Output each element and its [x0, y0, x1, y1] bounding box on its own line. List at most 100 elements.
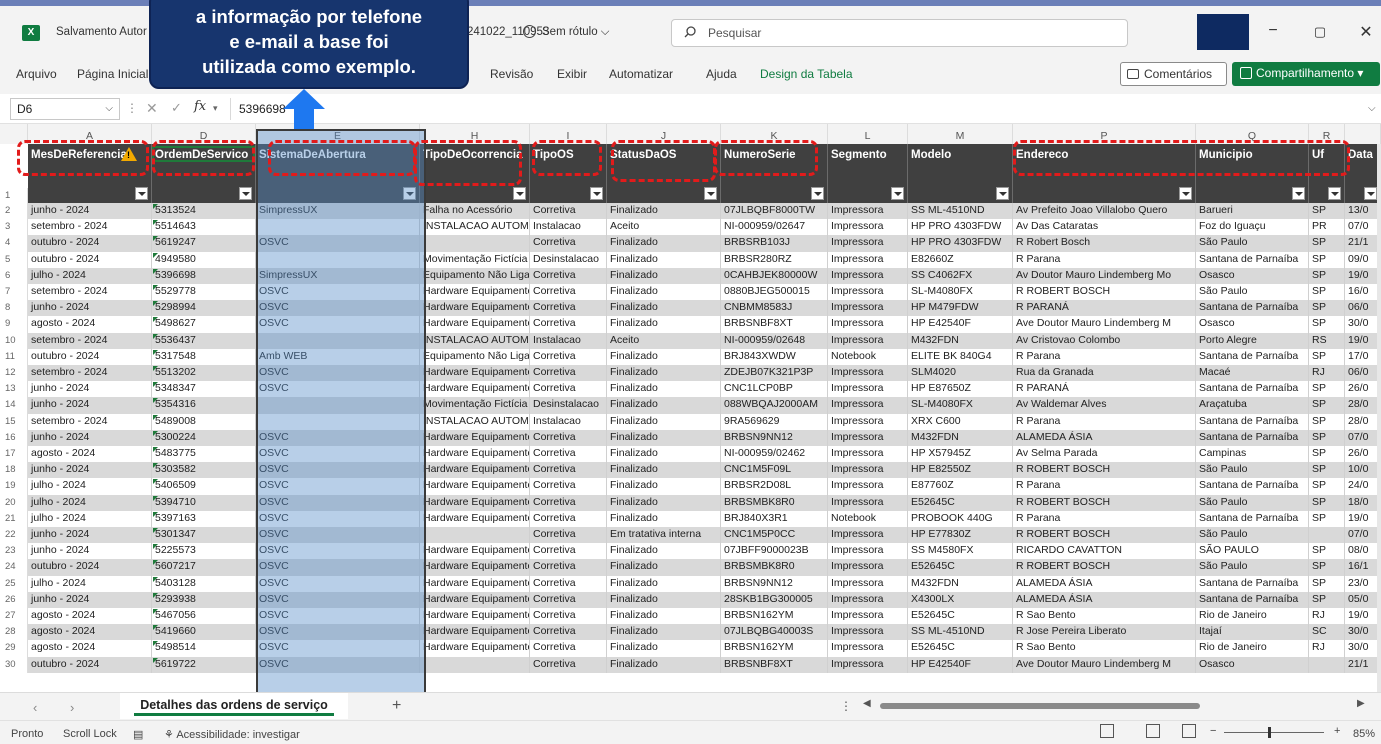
table-cell[interactable]: 21/1	[1345, 235, 1381, 252]
table-cell[interactable]: Impressora	[828, 543, 908, 560]
tab-exibir[interactable]: Exibir	[557, 67, 587, 81]
table-cell[interactable]: R ROBERT BOSCH	[1013, 527, 1196, 544]
table-cell[interactable]: 26/0	[1345, 446, 1381, 463]
table-cell[interactable]	[256, 332, 420, 349]
table-cell[interactable]: SP	[1309, 284, 1345, 301]
table-cell[interactable]: 0880BJEG500015	[721, 284, 828, 301]
table-cell[interactable]: SP	[1309, 543, 1345, 560]
table-cell[interactable]: ALAMEDA ÁSIA	[1013, 591, 1196, 608]
tab-design-da-tabela[interactable]: Design da Tabela	[760, 67, 853, 81]
table-cell[interactable]: E52645C	[908, 494, 1013, 511]
table-cell[interactable]: 16/0	[1345, 284, 1381, 301]
row-number[interactable]: 30	[0, 656, 28, 673]
table-cell[interactable]: Corretiva	[530, 316, 607, 333]
table-cell[interactable]: SimpressUX	[256, 203, 420, 220]
table-cell[interactable]: RJ	[1309, 365, 1345, 382]
table-cell[interactable]: Santana de Parnaíba	[1196, 300, 1309, 317]
horizontal-scrollbar[interactable]	[880, 703, 1200, 709]
table-cell[interactable]: 9RA569629	[721, 413, 828, 430]
table-cell[interactable]: Finalizado	[607, 494, 721, 511]
table-cell[interactable]: R Sao Bento	[1013, 640, 1196, 657]
table-cell[interactable]: HP E77830Z	[908, 527, 1013, 544]
table-cell[interactable]: Osasco	[1196, 656, 1309, 673]
table-cell[interactable]: Corretiva	[530, 300, 607, 317]
zoom-level[interactable]: 85%	[1353, 728, 1375, 740]
row-number[interactable]: 27	[0, 608, 28, 625]
table-cell[interactable]: Equipamento Não Liga	[420, 267, 530, 284]
table-cell[interactable]: Hardware Equipamento	[420, 510, 530, 527]
table-cell[interactable]: INSTALACAO AUTOM.	[420, 413, 530, 430]
table-cell[interactable]: Impressora	[828, 235, 908, 252]
table-cell[interactable]: Av Doutor Mauro Lindemberg Mo	[1013, 267, 1196, 284]
row-number[interactable]: 25	[0, 575, 28, 592]
table-cell[interactable]: julho - 2024	[28, 494, 152, 511]
table-cell[interactable]: Impressora	[828, 332, 908, 349]
table-cell[interactable]: São Paulo	[1196, 559, 1309, 576]
table-header-cell[interactable]: StatusDaOS	[607, 144, 721, 203]
table-cell[interactable]: Notebook	[828, 510, 908, 527]
column-letter-header[interactable]: R	[1309, 124, 1345, 144]
table-cell[interactable]: Corretiva	[530, 624, 607, 641]
table-cell[interactable]: 06/0	[1345, 365, 1381, 382]
table-cell[interactable]: R Parana	[1013, 251, 1196, 268]
table-cell[interactable]: SP	[1309, 429, 1345, 446]
table-cell[interactable]: 5406509	[152, 478, 256, 495]
account-avatar[interactable]	[1197, 14, 1249, 50]
column-letter-header[interactable]: M	[908, 124, 1013, 144]
table-cell[interactable]: 5498627	[152, 316, 256, 333]
table-cell[interactable]: 07/0	[1345, 219, 1381, 236]
table-cell[interactable]: E52645C	[908, 559, 1013, 576]
table-cell[interactable]: Corretiva	[530, 591, 607, 608]
table-cell[interactable]: outubro - 2024	[28, 235, 152, 252]
table-cell[interactable]: R ROBERT BOSCH	[1013, 494, 1196, 511]
table-cell[interactable]: 5397163	[152, 510, 256, 527]
row-number[interactable]: 6	[0, 267, 28, 284]
table-cell[interactable]: Instalacao	[530, 332, 607, 349]
scroll-left-icon[interactable]: ◀	[863, 698, 871, 709]
filter-dropdown-icon[interactable]	[1328, 187, 1341, 200]
table-cell[interactable]: Impressora	[828, 251, 908, 268]
table-cell[interactable]: HP X57945Z	[908, 446, 1013, 463]
table-cell[interactable]: Finalizado	[607, 397, 721, 414]
table-cell[interactable]: Foz do Iguaçu	[1196, 219, 1309, 236]
table-cell[interactable]: HP E87650Z	[908, 381, 1013, 398]
row-number[interactable]: 12	[0, 365, 28, 382]
table-cell[interactable]: Santana de Parnaíba	[1196, 591, 1309, 608]
minimize-icon[interactable]: −	[1263, 22, 1283, 40]
table-cell[interactable]: OSVC	[256, 527, 420, 544]
table-cell[interactable]: Finalizado	[607, 640, 721, 657]
zoom-in-icon[interactable]: +	[1334, 725, 1340, 737]
row-number[interactable]: 23	[0, 543, 28, 560]
table-cell[interactable]: R ROBERT BOSCH	[1013, 284, 1196, 301]
table-cell[interactable]: 28SKB1BG300005	[721, 591, 828, 608]
tab-pagina-inicial[interactable]: Página Inicial	[77, 67, 148, 81]
table-cell[interactable]: Corretiva	[530, 640, 607, 657]
table-cell[interactable]: 5489008	[152, 413, 256, 430]
table-cell[interactable]: 5514643	[152, 219, 256, 236]
table-cell[interactable]: 5298994	[152, 300, 256, 317]
table-cell[interactable]: SLM4020	[908, 365, 1013, 382]
table-cell[interactable]: 23/0	[1345, 575, 1381, 592]
table-cell[interactable]: Corretiva	[530, 608, 607, 625]
table-cell[interactable]: 5483775	[152, 446, 256, 463]
table-cell[interactable]: junho - 2024	[28, 300, 152, 317]
row-number[interactable]: 2	[0, 203, 28, 220]
next-sheet-icon[interactable]: ›	[70, 700, 74, 715]
table-cell[interactable]: Finalizado	[607, 235, 721, 252]
table-cell[interactable]: NI-000959/02462	[721, 446, 828, 463]
table-cell[interactable]: Impressora	[828, 284, 908, 301]
row-number[interactable]: 17	[0, 446, 28, 463]
table-cell[interactable]: 5394710	[152, 494, 256, 511]
table-cell[interactable]: BRJ840X3R1	[721, 510, 828, 527]
table-cell[interactable]: SÃO PAULO	[1196, 543, 1309, 560]
table-cell[interactable]: Finalizado	[607, 316, 721, 333]
table-cell[interactable]: OSVC	[256, 624, 420, 641]
filter-dropdown-icon[interactable]	[704, 187, 717, 200]
table-cell[interactable]: Aceito	[607, 219, 721, 236]
table-cell[interactable]: Corretiva	[530, 510, 607, 527]
table-cell[interactable]: junho - 2024	[28, 397, 152, 414]
table-cell[interactable]: OSVC	[256, 608, 420, 625]
sheet-tab-detalhes[interactable]: Detalhes das ordens de serviço	[120, 693, 348, 719]
table-cell[interactable]: SS ML-4510ND	[908, 624, 1013, 641]
table-cell[interactable]: Santana de Parnaíba	[1196, 575, 1309, 592]
